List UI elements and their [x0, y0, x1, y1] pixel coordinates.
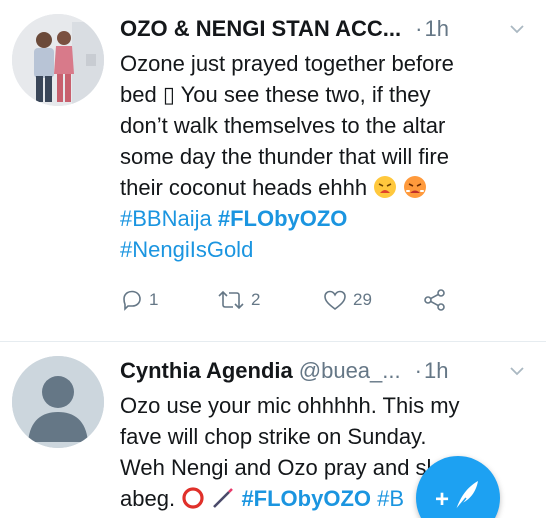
- retweet-icon: [218, 290, 244, 310]
- tweet-text-line: fave will chop strike on Sunday.: [120, 424, 427, 449]
- reply-button[interactable]: 1: [120, 288, 158, 312]
- tweet-text-line: some day the thunder that will fire: [120, 144, 449, 169]
- author-handle[interactable]: @buea_...: [299, 358, 401, 384]
- tweet-text-line: #BBNaija #FLObyOZO: [120, 203, 520, 234]
- retweet-button[interactable]: 2: [216, 288, 260, 312]
- tweet-text: Ozone just prayed together before bed ▯ …: [120, 48, 520, 265]
- hashtag-link[interactable]: #NengiIsGold: [120, 237, 253, 262]
- hashtag-link[interactable]: #BBNaija: [120, 206, 212, 231]
- author-name[interactable]: OZO & NENGI STAN ACC...: [120, 16, 401, 42]
- steaming-face-emoji: [404, 176, 427, 198]
- retweet-count: 2: [251, 290, 261, 309]
- chevron-down-icon[interactable]: [508, 362, 526, 380]
- hashtag-link[interactable]: #FLObyOZO: [218, 206, 348, 231]
- avatar[interactable]: [12, 356, 104, 448]
- tweet-text-line: bed ▯ You see these two, if they: [120, 82, 431, 107]
- chevron-down-icon[interactable]: [508, 20, 526, 38]
- tweet-text-line: Ozo use your mic ohhhhh. This my: [120, 393, 460, 418]
- like-count: 29: [353, 290, 372, 309]
- tweet-text-line: Ozone just prayed together before: [120, 51, 454, 76]
- red-circle-emoji: [182, 487, 204, 509]
- tweet-text-line: don’t walk themselves to the altar: [120, 113, 446, 138]
- compose-feather-icon: [455, 481, 478, 511]
- tweet-time[interactable]: 1h: [424, 16, 448, 42]
- tweet-text-fragment: their coconut heads ehhh: [120, 175, 368, 200]
- like-button[interactable]: 29: [322, 288, 372, 312]
- tweet-text-line: their coconut heads ehhh: [120, 172, 520, 203]
- tweet-time[interactable]: 1h: [424, 358, 448, 384]
- share-button[interactable]: [422, 288, 448, 312]
- avatar[interactable]: [12, 14, 104, 106]
- hashtag-link[interactable]: #FLObyOZO: [241, 486, 371, 511]
- tweet-header: OZO & NENGI STAN ACC... · 1h: [120, 14, 526, 44]
- separator-dot: ·: [415, 16, 423, 41]
- tweet-header: Cynthia Agendia @buea_... · 1h: [120, 356, 526, 386]
- reply-icon: [123, 290, 141, 311]
- plus-icon: +: [435, 486, 450, 513]
- reply-count: 1: [149, 290, 159, 309]
- tweet-text-fragment: abeg.: [120, 486, 176, 511]
- tweet-text-line: #NengiIsGold: [120, 234, 520, 265]
- hashtag-link[interactable]: #B: [377, 486, 404, 511]
- tweet[interactable]: OZO & NENGI STAN ACC... · 1h Ozone just …: [0, 0, 546, 342]
- avatar-photo: [12, 14, 104, 106]
- tired-face-emoji: [374, 176, 397, 198]
- tweet-actions: 1 2 29: [120, 288, 460, 316]
- heart-icon: [324, 290, 346, 311]
- magic-wand-emoji: [213, 488, 234, 508]
- separator-dot: ·: [414, 358, 422, 383]
- share-icon: [424, 289, 445, 311]
- author-name[interactable]: Cynthia Agendia: [120, 358, 293, 384]
- default-avatar-icon: [12, 356, 104, 448]
